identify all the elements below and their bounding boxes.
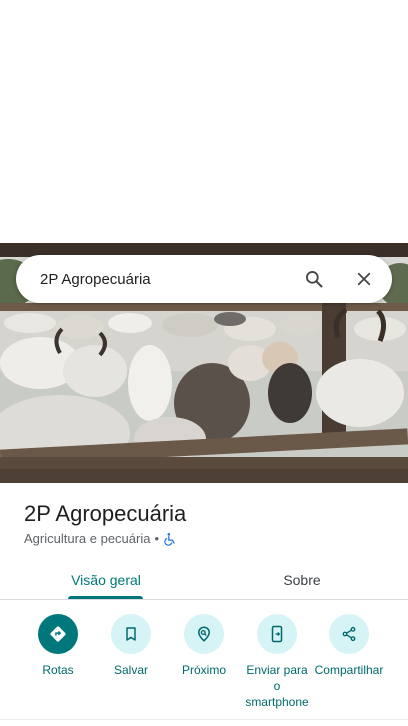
place-category: Agricultura e pecuária (24, 531, 151, 546)
close-icon[interactable] (352, 267, 376, 291)
separator-dot: • (154, 531, 160, 546)
tab-about[interactable]: Sobre (240, 560, 364, 600)
tab-selected-indicator (68, 596, 143, 599)
send-to-phone-label: Enviar para o smartphone (245, 663, 309, 709)
save-button[interactable]: Salvar (91, 614, 171, 678)
send-to-phone-icon (257, 614, 297, 654)
share-button[interactable]: Compartilhar (309, 614, 389, 678)
send-to-phone-button[interactable]: Enviar para o smartphone (237, 614, 317, 710)
tab-bar: Visão geral Sobre (0, 560, 408, 600)
directions-label: Rotas (42, 663, 74, 677)
nearby-button[interactable]: Próximo (164, 614, 244, 678)
place-subtitle: Agricultura e pecuária • (24, 530, 394, 548)
bookmark-icon (111, 614, 151, 654)
search-input[interactable]: 2P Agropecuária (40, 271, 392, 288)
tab-overview[interactable]: Visão geral (44, 560, 168, 600)
action-buttons-row: Rotas Salvar Próximo Enviar para o smart… (0, 614, 408, 714)
directions-icon (38, 614, 78, 654)
place-title: 2P Agropecuária (24, 501, 187, 526)
nearby-label: Próximo (181, 663, 226, 677)
place-header: 2P Agropecuária Agricultura e pecuária • (24, 500, 394, 548)
nearby-icon (184, 614, 224, 654)
divider (0, 719, 408, 720)
search-bar[interactable]: 2P Agropecuária (16, 255, 392, 303)
share-label: Compartilhar (314, 663, 384, 677)
search-icon[interactable] (302, 267, 326, 291)
map-area-blank (0, 0, 408, 243)
wheelchair-accessible-icon (163, 532, 177, 546)
directions-button[interactable]: Rotas (18, 614, 98, 678)
share-icon (329, 614, 369, 654)
save-label: Salvar (113, 663, 148, 677)
